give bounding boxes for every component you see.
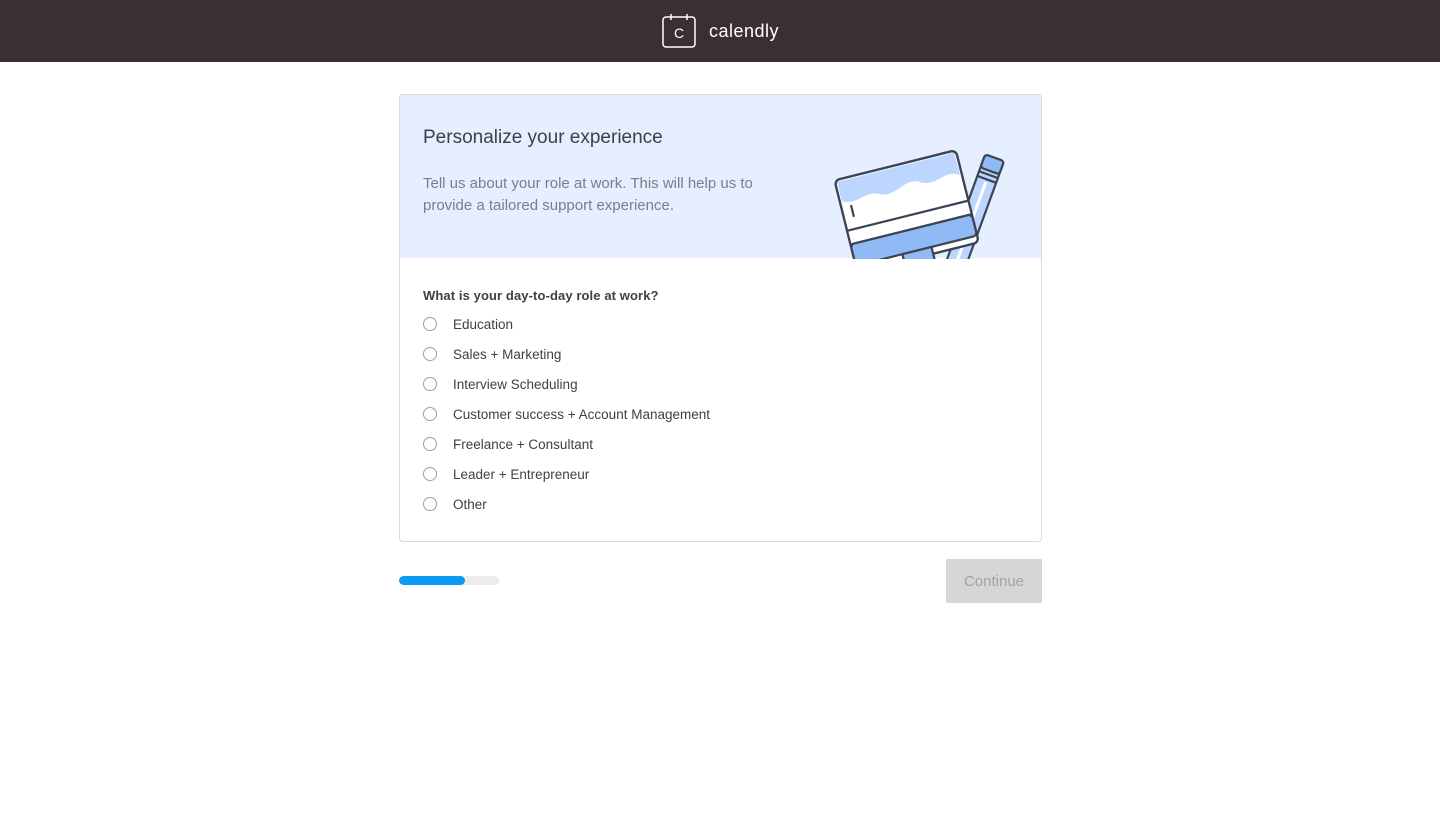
role-option-label[interactable]: Interview Scheduling <box>453 377 578 392</box>
role-option-sales-marketing[interactable]: Sales + Marketing <box>423 339 1018 369</box>
card-footer: Continue <box>399 559 1042 603</box>
calendar-logo-icon: C <box>662 14 696 48</box>
card-body: What is your day-to-day role at work? Ed… <box>400 258 1041 519</box>
role-option-label[interactable]: Freelance + Consultant <box>453 437 593 452</box>
radio-button[interactable] <box>423 407 437 421</box>
continue-button[interactable]: Continue <box>946 559 1042 603</box>
role-option-label[interactable]: Education <box>453 317 513 332</box>
personalize-card: Personalize your experience Tell us abou… <box>399 94 1042 542</box>
role-option-other[interactable]: Other <box>423 489 1018 519</box>
brand-name: calendly <box>708 20 780 41</box>
role-options-list: Education Sales + Marketing Interview Sc… <box>423 309 1018 519</box>
radio-button[interactable] <box>423 467 437 481</box>
role-option-label[interactable]: Leader + Entrepreneur <box>453 467 589 482</box>
radio-button[interactable] <box>423 377 437 391</box>
card-header: Personalize your experience Tell us abou… <box>400 95 1041 259</box>
role-option-label[interactable]: Other <box>453 497 487 512</box>
role-option-education[interactable]: Education <box>423 309 1018 339</box>
top-bar: C calendly <box>0 0 1440 62</box>
card-subtitle: Tell us about your role at work. This wi… <box>423 175 753 214</box>
card-title: Personalize your experience <box>423 127 663 148</box>
role-option-freelance-consultant[interactable]: Freelance + Consultant <box>423 429 1018 459</box>
radio-button[interactable] <box>423 437 437 451</box>
role-option-leader-entrepreneur[interactable]: Leader + Entrepreneur <box>423 459 1018 489</box>
role-option-interview-scheduling[interactable]: Interview Scheduling <box>423 369 1018 399</box>
brand[interactable]: C calendly <box>661 13 779 49</box>
progress-bar-fill <box>399 576 465 585</box>
role-option-label[interactable]: Sales + Marketing <box>453 347 561 362</box>
role-option-customer-success[interactable]: Customer success + Account Management <box>423 399 1018 429</box>
paint-brush-pencil-illustration-icon <box>834 150 1005 259</box>
radio-button[interactable] <box>423 497 437 511</box>
radio-button[interactable] <box>423 317 437 331</box>
role-question-label: What is your day-to-day role at work? <box>423 288 659 303</box>
radio-button[interactable] <box>423 347 437 361</box>
role-option-label[interactable]: Customer success + Account Management <box>453 407 710 422</box>
logo-letter: C <box>674 25 684 41</box>
progress-bar <box>399 576 499 585</box>
